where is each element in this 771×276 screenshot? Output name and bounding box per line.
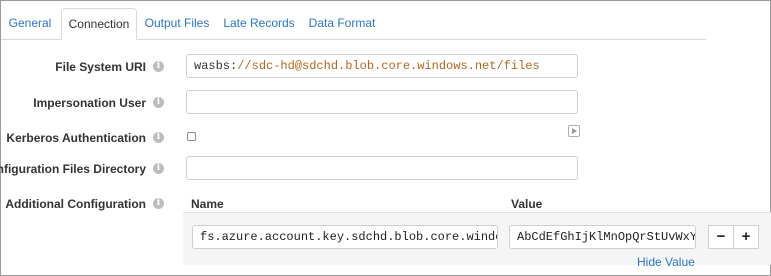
- info-icon: i: [153, 132, 164, 143]
- tab-bar: General Connection Output Files Late Rec…: [1, 8, 706, 40]
- config-value-input[interactable]: AbCdEfGhIjKlMnOpQrStUvWxYz12: [509, 225, 696, 249]
- uri-scheme-text: wasbs:: [194, 59, 238, 73]
- config-name-input[interactable]: fs.azure.account.key.sdchd.blob.core.win…: [192, 225, 498, 249]
- stage-config-panel: General Connection Output Files Late Rec…: [0, 0, 771, 276]
- file-system-uri-label: File System URI: [55, 60, 146, 74]
- info-icon: i: [153, 61, 164, 72]
- info-icon: i: [153, 163, 164, 174]
- uri-path-text: //sdc-hd@sdchd.blob.core.windows.net/fil…: [237, 59, 540, 73]
- configuration-files-directory-label: Configuration Files Directory: [0, 162, 146, 176]
- remove-row-button[interactable]: −: [708, 225, 734, 249]
- kerberos-authentication-checkbox[interactable]: [187, 132, 196, 141]
- kerberos-authentication-label: Kerberos Authentication: [6, 131, 146, 145]
- value-column-header: Value: [511, 197, 543, 211]
- hide-value-link[interactable]: Hide Value: [637, 255, 695, 269]
- tab-connection[interactable]: Connection: [61, 8, 137, 40]
- file-system-uri-input[interactable]: wasbs://sdc-hd@sdchd.blob.core.windows.n…: [186, 54, 578, 78]
- name-column-header: Name: [191, 197, 224, 211]
- play-icon[interactable]: [568, 125, 580, 137]
- add-row-button[interactable]: +: [733, 225, 759, 249]
- info-icon: i: [153, 97, 164, 108]
- additional-configuration-label: Additional Configuration: [5, 197, 146, 211]
- tab-output-files[interactable]: Output Files: [142, 9, 212, 38]
- impersonation-user-label: Impersonation User: [33, 96, 146, 110]
- tab-data-format[interactable]: Data Format: [306, 9, 378, 38]
- info-icon: i: [153, 198, 164, 209]
- configuration-files-directory-input[interactable]: [186, 156, 578, 180]
- impersonation-user-input[interactable]: [186, 90, 578, 114]
- tab-general[interactable]: General: [1, 9, 59, 38]
- tab-late-records[interactable]: Late Records: [222, 9, 296, 38]
